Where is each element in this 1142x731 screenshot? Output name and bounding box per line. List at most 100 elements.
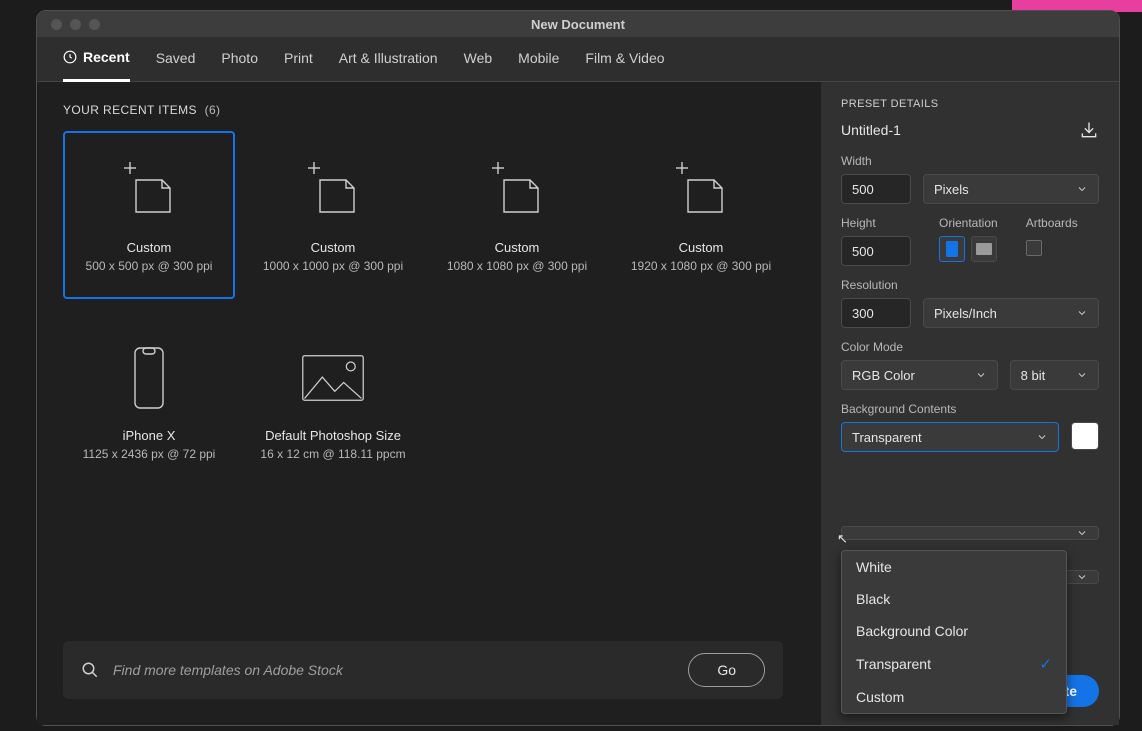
dropdown-item-custom[interactable]: Custom: [842, 681, 1066, 713]
tab-recent[interactable]: Recent: [63, 49, 130, 82]
tab-mobile[interactable]: Mobile: [518, 49, 559, 81]
chevron-down-icon: [1076, 183, 1088, 195]
width-label: Width: [841, 154, 1099, 168]
new-document-dialog: New Document Recent Saved Photo Print Ar…: [36, 10, 1120, 726]
recent-heading: YOUR RECENT ITEMS: [63, 103, 197, 117]
preset-subtitle: 1000 x 1000 px @ 300 ppi: [263, 259, 403, 273]
chevron-down-icon: [1076, 571, 1088, 583]
clock-icon: [63, 50, 77, 64]
orientation-label: Orientation: [939, 216, 998, 230]
window-controls: [37, 19, 100, 30]
resolution-unit-select[interactable]: Pixels/Inch: [923, 298, 1099, 328]
document-name[interactable]: Untitled-1: [841, 122, 901, 138]
width-unit-select[interactable]: Pixels: [923, 174, 1099, 204]
dropdown-item-label: White: [856, 559, 892, 575]
page-icon: [676, 162, 726, 218]
background-select[interactable]: Transparent: [841, 422, 1059, 452]
search-placeholder[interactable]: Find more templates on Adobe Stock: [113, 662, 674, 678]
tab-label: Web: [464, 50, 493, 66]
preset-thumb: [669, 158, 733, 222]
tab-saved[interactable]: Saved: [156, 49, 196, 81]
tab-web[interactable]: Web: [464, 49, 493, 81]
dropdown-item-label: Custom: [856, 689, 904, 705]
document-name-row: Untitled-1: [841, 120, 1099, 140]
resolution-label: Resolution: [841, 278, 1099, 292]
preset-thumb: [117, 158, 181, 222]
chevron-down-icon: [1076, 307, 1088, 319]
preset-details-heading: PRESET DETAILS: [841, 98, 1099, 110]
chevron-down-icon: [975, 369, 987, 381]
preset-details-panel: PRESET DETAILS Untitled-1 Width Pixels H…: [821, 82, 1119, 725]
preset-title: iPhone X: [123, 428, 176, 443]
dropdown-item-background-color[interactable]: Background Color: [842, 615, 1066, 647]
save-preset-icon[interactable]: [1079, 120, 1099, 140]
dropdown-item-label: Background Color: [856, 623, 968, 639]
tab-label: Mobile: [518, 50, 559, 66]
dropdown-item-transparent[interactable]: Transparent✓: [842, 647, 1066, 681]
stock-search-bar: Find more templates on Adobe Stock Go: [63, 641, 783, 699]
image-icon: [301, 351, 365, 405]
preset-thumb: [301, 158, 365, 222]
resolution-input[interactable]: [841, 298, 911, 328]
tab-label: Art & Illustration: [339, 50, 438, 66]
hidden-select-1[interactable]: [841, 526, 1099, 540]
search-icon: [81, 661, 99, 679]
tab-film-video[interactable]: Film & Video: [585, 49, 664, 81]
select-value: 8 bit: [1021, 368, 1046, 383]
presets-panel: YOUR RECENT ITEMS (6) Custom 500 x 500 p…: [37, 82, 821, 725]
preset-grid: Custom 500 x 500 px @ 300 ppi Custom 100…: [63, 131, 801, 487]
category-tabs: Recent Saved Photo Print Art & Illustrat…: [37, 37, 1119, 82]
tab-photo[interactable]: Photo: [221, 49, 258, 81]
zoom-window-icon[interactable]: [89, 19, 100, 30]
colormode-label: Color Mode: [841, 340, 1099, 354]
page-icon: [308, 162, 358, 218]
dropdown-item-label: Black: [856, 591, 890, 607]
colormode-select[interactable]: RGB Color: [841, 360, 998, 390]
preset-thumb: [485, 158, 549, 222]
orientation-landscape-button[interactable]: [971, 236, 997, 262]
preset-card[interactable]: Default Photoshop Size 16 x 12 cm @ 118.…: [247, 319, 419, 487]
go-button[interactable]: Go: [688, 653, 765, 687]
chevron-down-icon: [1076, 369, 1088, 381]
preset-subtitle: 500 x 500 px @ 300 ppi: [86, 259, 213, 273]
dropdown-item-black[interactable]: Black: [842, 583, 1066, 615]
tab-label: Print: [284, 50, 313, 66]
preset-subtitle: 1920 x 1080 px @ 300 ppi: [631, 259, 771, 273]
dialog-title: New Document: [37, 17, 1119, 32]
artboards-checkbox[interactable]: [1026, 240, 1042, 256]
width-input[interactable]: [841, 174, 911, 204]
phone-icon: [131, 346, 167, 410]
recent-heading-row: YOUR RECENT ITEMS (6): [63, 102, 801, 117]
preset-title: Default Photoshop Size: [265, 428, 401, 443]
recent-count: (6): [205, 103, 221, 117]
preset-title: Custom: [311, 240, 356, 255]
background-label: Background Contents: [841, 402, 1099, 416]
select-value: Transparent: [852, 430, 922, 445]
preset-card[interactable]: Custom 1920 x 1080 px @ 300 ppi: [615, 131, 787, 299]
dropdown-item-white[interactable]: White: [842, 551, 1066, 583]
check-icon: ✓: [1039, 655, 1052, 673]
preset-subtitle: 1080 x 1080 px @ 300 ppi: [447, 259, 587, 273]
background-swatch[interactable]: [1071, 422, 1099, 450]
tab-art-illustration[interactable]: Art & Illustration: [339, 49, 438, 81]
preset-card[interactable]: iPhone X 1125 x 2436 px @ 72 ppi: [63, 319, 235, 487]
select-value: Pixels: [934, 182, 969, 197]
preset-subtitle: 16 x 12 cm @ 118.11 ppcm: [260, 447, 405, 461]
preset-title: Custom: [495, 240, 540, 255]
orientation-portrait-button[interactable]: [939, 236, 965, 262]
dialog-content: YOUR RECENT ITEMS (6) Custom 500 x 500 p…: [37, 82, 1119, 725]
tab-label: Saved: [156, 50, 196, 66]
preset-card[interactable]: Custom 500 x 500 px @ 300 ppi: [63, 131, 235, 299]
preset-title: Custom: [127, 240, 172, 255]
tab-print[interactable]: Print: [284, 49, 313, 81]
height-input[interactable]: [841, 236, 911, 266]
titlebar: New Document: [37, 11, 1119, 37]
preset-card[interactable]: Custom 1080 x 1080 px @ 300 ppi: [431, 131, 603, 299]
preset-thumb: [301, 346, 365, 410]
preset-card[interactable]: Custom 1000 x 1000 px @ 300 ppi: [247, 131, 419, 299]
select-value: Pixels/Inch: [934, 306, 997, 321]
bitdepth-select[interactable]: 8 bit: [1010, 360, 1099, 390]
chevron-down-icon: [1036, 431, 1048, 443]
close-window-icon[interactable]: [51, 19, 62, 30]
minimize-window-icon[interactable]: [70, 19, 81, 30]
